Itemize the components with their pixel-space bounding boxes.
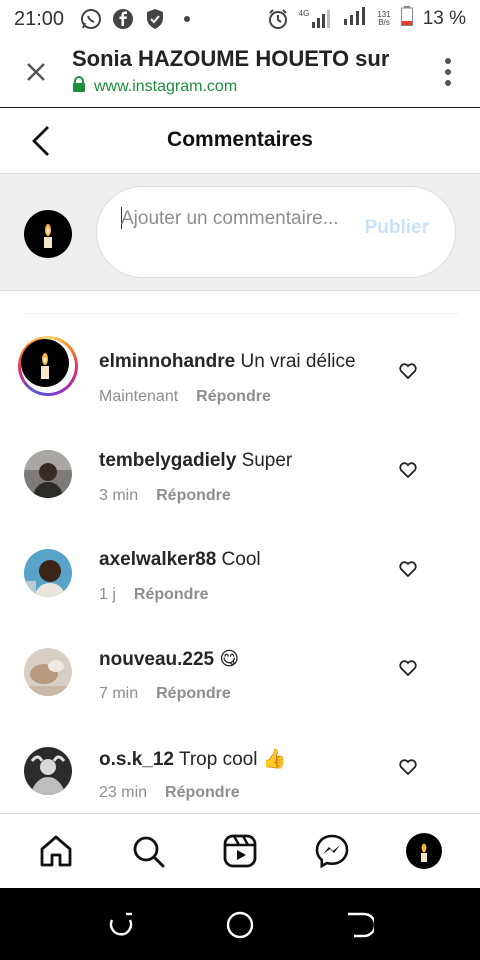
comment-text: tembelygadiely Super [99,450,292,472]
profile-avatar[interactable] [405,832,443,870]
url-text: www.instagram.com [94,77,238,95]
status-time: 21:00 [14,7,65,30]
battery-percent: 13 % [422,8,466,29]
reply-button[interactable]: Répondre [165,784,240,802]
comment-body: Trop cool 👍 [178,749,287,770]
comment-body: Super [241,450,293,471]
browser-header: Sonia HAZOUME HOUETO sur www.instagram.c… [0,38,480,108]
lock-icon [72,76,86,97]
comment-username[interactable]: tembelygadiely [99,450,236,471]
shield-icon [144,8,166,30]
reply-button[interactable]: Répondre [156,487,231,505]
avatar[interactable] [24,747,72,795]
comment-input-placeholder: Ajouter un commentaire... [121,208,339,229]
reply-button[interactable]: Répondre [134,586,209,604]
comment-time: 23 min [99,784,148,801]
page-title: Commentaires [167,128,313,151]
comment-meta: 3 min Répondre [99,487,231,505]
bottom-nav [0,813,480,888]
browser-url: www.instagram.com [72,76,237,97]
search-icon[interactable] [129,832,167,870]
comment-meta: 7 min Répondre [99,685,231,703]
reels-icon[interactable] [221,832,259,870]
comment-body: Cool [221,549,261,570]
avatar[interactable] [24,549,72,597]
net-speed: 131 B/s [377,11,390,27]
comment-time: Maintenant [99,388,179,405]
whatsapp-icon [80,8,102,30]
avatar [21,339,69,387]
story-ring[interactable] [18,336,78,396]
comment-time: 3 min [99,487,139,504]
publish-button[interactable]: Publier [365,217,429,239]
comment-username[interactable]: elminnohandre [99,351,235,372]
comment-input[interactable]: Ajouter un commentaire... Publier [96,186,456,278]
comment-time: 1 j [99,586,116,603]
my-avatar [24,210,72,258]
comment-text: axelwalker88 Cool [99,549,261,571]
facebook-icon [112,8,134,30]
comment-meta: 23 min Répondre [99,784,240,802]
status-bar: 21:00 4G 131 B/s 13 % [0,0,480,38]
comment-time: 7 min [99,685,139,702]
divider [24,313,458,314]
comments-header: Commentaires [0,108,480,174]
heart-icon[interactable] [398,559,418,579]
heart-icon[interactable] [398,658,418,678]
heart-icon[interactable] [398,361,418,381]
reply-button[interactable]: Répondre [196,388,271,406]
avatar[interactable] [24,450,72,498]
comment-body: 😋 [219,649,240,670]
home-button-icon[interactable] [225,910,255,940]
comment-body: Un vrai délice [240,351,356,372]
comment-compose-area: Ajouter un commentaire... Publier [0,174,480,291]
network-type: 4G [298,9,310,18]
comment-meta: Maintenant Répondre [99,388,271,406]
overflow-menu-icon[interactable] [444,58,452,86]
dot-indicator-icon [176,8,198,30]
comment-text: nouveau.225 😋 [99,648,239,671]
heart-icon[interactable] [398,757,418,777]
heart-icon[interactable] [398,460,418,480]
android-nav-bar [0,888,480,960]
browser-page-title: Sonia HAZOUME HOUETO sur [72,46,390,71]
close-icon[interactable] [22,58,50,86]
recent-apps-icon[interactable] [106,910,136,940]
comment-meta: 1 j Répondre [99,586,209,604]
comment-username[interactable]: o.s.k_12 [99,749,174,770]
comment-item: elminnohandre Un vrai délice Maintenant R… [0,336,480,442]
alarm-icon [267,8,289,30]
comment-text: elminnohandre Un vrai délice [99,351,356,373]
comment-item: nouveau.225 😋 7 min Répondre [0,640,480,739]
messenger-icon[interactable] [313,832,351,870]
battery-icon [400,6,413,32]
reply-button[interactable]: Répondre [156,685,231,703]
net-speed-unit: B/s [378,18,390,27]
home-icon[interactable] [37,832,75,870]
comment-username[interactable]: nouveau.225 [99,649,214,670]
comment-username[interactable]: axelwalker88 [99,549,216,570]
signal-4g-icon: 4G [299,10,334,28]
comment-item: axelwalker88 Cool 1 j Répondre [0,541,480,640]
back-button-icon[interactable] [344,910,377,940]
avatar[interactable] [24,648,72,696]
signal-icon [343,7,367,31]
comment-text: o.s.k_12 Trop cool 👍 [99,747,286,771]
comment-item: tembelygadiely Super 3 min Répondre [0,442,480,541]
